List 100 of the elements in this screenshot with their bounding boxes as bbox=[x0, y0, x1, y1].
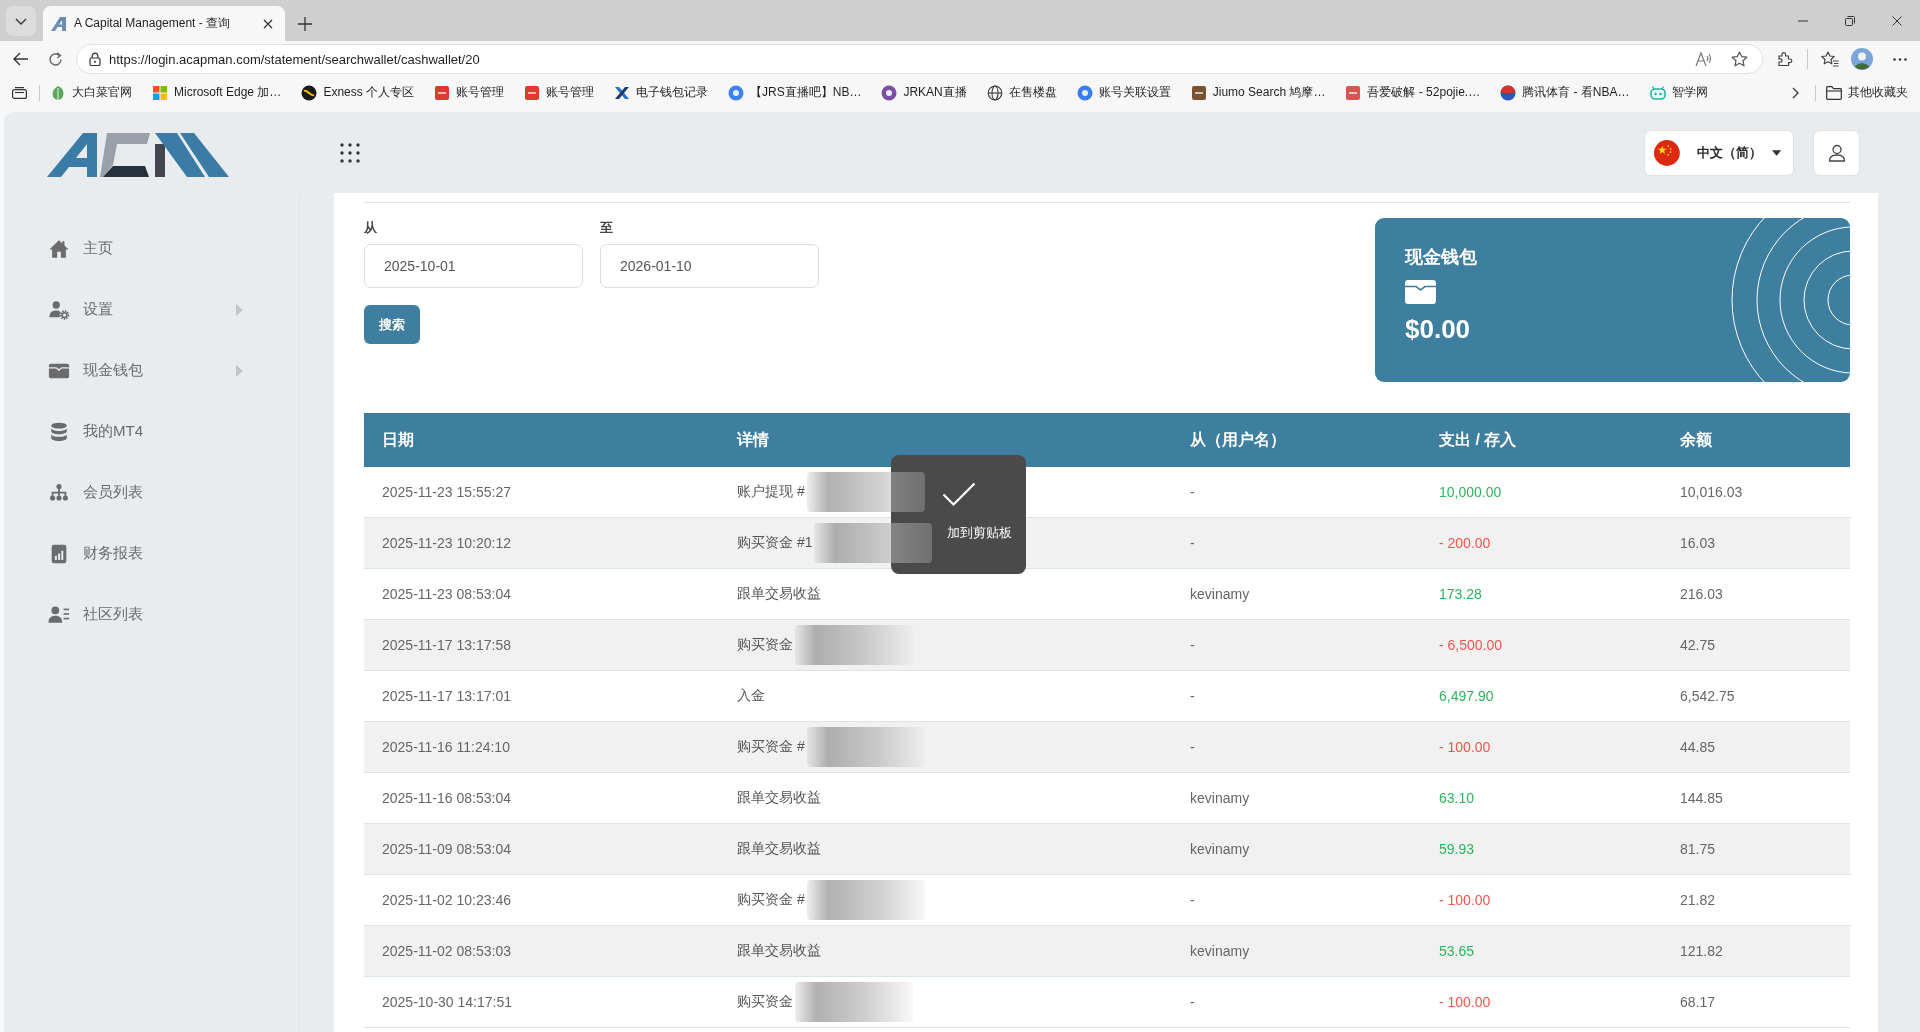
table-cell-text: - bbox=[1189, 535, 1196, 551]
sidebar-item[interactable]: 社区列表 bbox=[4, 584, 299, 645]
bookmark-folder[interactable]: 其他收藏夹 bbox=[1826, 84, 1908, 101]
back-icon[interactable] bbox=[12, 52, 29, 66]
circle-icon bbox=[881, 84, 898, 101]
bookmark[interactable]: Microsoft Edge 加… bbox=[152, 84, 282, 101]
circle-icon bbox=[728, 84, 745, 101]
table-cell-text: kevinamy bbox=[1189, 841, 1251, 857]
read-aloud-icon[interactable] bbox=[1695, 51, 1713, 67]
bookmark[interactable]: Exness 个人专区 bbox=[301, 84, 415, 101]
more-icon[interactable] bbox=[1893, 57, 1907, 61]
lock-icon bbox=[89, 52, 101, 66]
date-field[interactable]: 2025-10-01 bbox=[364, 244, 583, 288]
card-title: 现金钱包 bbox=[1405, 246, 1477, 268]
table-cell: 购买资金 # bbox=[737, 891, 805, 909]
table-cell-text: 21.82 bbox=[1679, 892, 1717, 908]
bookmark[interactable]: 账号关联设置 bbox=[1076, 84, 1171, 101]
table-cell-text: 53.65 bbox=[1438, 943, 1476, 959]
folder-icon bbox=[1826, 85, 1842, 100]
close-icon[interactable] bbox=[1891, 15, 1902, 26]
table-cell-text: - bbox=[1189, 994, 1196, 1010]
user-button[interactable] bbox=[1813, 129, 1860, 176]
bookmark[interactable]: 账号管理 bbox=[524, 84, 595, 101]
favorites-icon[interactable] bbox=[1821, 51, 1839, 67]
bookmark[interactable]: 电子钱包记录 bbox=[614, 84, 709, 101]
star-icon[interactable] bbox=[1731, 51, 1748, 67]
tile-icon bbox=[1345, 84, 1362, 101]
table-cell-text: - 100.00 bbox=[1438, 994, 1492, 1010]
table-cell-text: 2025-11-16 11:24:10 bbox=[381, 739, 511, 755]
table-cell-text: 6,542.75 bbox=[1679, 688, 1736, 704]
bookmark[interactable]: 腾讯体育 - 看NBA… bbox=[1500, 84, 1630, 101]
browser-tab[interactable]: A Capital Management - 查询 bbox=[43, 6, 285, 41]
sidebar-item[interactable]: 我的MT4 bbox=[4, 401, 299, 462]
table-cell-text: 68.17 bbox=[1679, 994, 1717, 1010]
table-cell-text: - bbox=[1189, 739, 1196, 755]
bookmark[interactable]: 账号管理 bbox=[434, 84, 505, 101]
table-cell-text: 216.03 bbox=[1679, 586, 1724, 602]
reload-icon[interactable] bbox=[48, 51, 63, 67]
table-cell: 购买资金 #1 bbox=[737, 534, 813, 552]
robot-icon bbox=[1649, 84, 1666, 101]
tile-icon bbox=[434, 84, 451, 101]
date-field[interactable]: 2026-01-10 bbox=[600, 244, 819, 288]
bookmark[interactable]: 【JRS直播吧】NB… bbox=[728, 84, 862, 101]
sitemap-icon bbox=[48, 481, 70, 504]
circle-icon bbox=[301, 84, 318, 101]
search-button[interactable]: 搜索 bbox=[364, 305, 420, 344]
address-bar[interactable]: https://login.acapman.com/statement/searchwallet/cashwallet/20 bbox=[76, 44, 1763, 74]
bookmark[interactable]: 智学网 bbox=[1649, 84, 1708, 101]
table-cell: 跟单交易收益 bbox=[737, 840, 821, 858]
table-cell-text: 144.85 bbox=[1679, 790, 1724, 806]
table-cell-text: 81.75 bbox=[1679, 841, 1717, 857]
bookmark[interactable]: 在售楼盘 bbox=[986, 84, 1057, 101]
table-cell-text: - 200.00 bbox=[1438, 535, 1492, 551]
table-cell-text: 2025-11-23 15:55:27 bbox=[381, 484, 512, 500]
column-header: 支出 / 存入 bbox=[1438, 429, 1518, 450]
user-icon bbox=[1827, 143, 1846, 162]
ball-icon bbox=[1500, 84, 1517, 101]
table-cell-text: 10,000.00 bbox=[1438, 484, 1503, 500]
balance-amount: $0.00 bbox=[1405, 314, 1471, 344]
table-cell: 跟单交易收益 bbox=[737, 789, 821, 807]
close-icon[interactable] bbox=[263, 18, 273, 29]
table-cell: 跟单交易收益 bbox=[737, 585, 821, 603]
sidebar-item[interactable]: 设置 bbox=[4, 279, 299, 340]
cross-shape-icon bbox=[614, 84, 631, 101]
table-cell: 购买资金 bbox=[737, 636, 793, 654]
avatar-icon[interactable] bbox=[1851, 48, 1873, 70]
table-cell-text: kevinamy bbox=[1189, 586, 1251, 602]
bookmark[interactable]: JRKAN直播 bbox=[881, 84, 967, 101]
chevron-down-icon bbox=[15, 17, 27, 25]
table-cell-text: 59.93 bbox=[1438, 841, 1476, 857]
new-tab-icon[interactable] bbox=[298, 16, 312, 31]
table-cell-text: - 100.00 bbox=[1438, 739, 1492, 755]
tabs-icon[interactable] bbox=[12, 86, 27, 99]
bookmark[interactable]: 大白菜官网 bbox=[50, 84, 132, 101]
table-cell-text: 2025-11-23 10:20:12 bbox=[381, 535, 512, 551]
table-cell-text: 2025-11-02 08:53:03 bbox=[381, 943, 512, 959]
table-cell-text: - 6,500.00 bbox=[1438, 637, 1504, 653]
table-cell: 购买资金 bbox=[737, 993, 793, 1011]
puzzle-icon[interactable] bbox=[1777, 51, 1793, 67]
column-header: 从（用户名） bbox=[1189, 429, 1287, 450]
table-cell-text: 121.82 bbox=[1679, 943, 1724, 959]
table-cell-text: - bbox=[1189, 892, 1196, 908]
sidebar-item[interactable]: 主页 bbox=[4, 218, 299, 279]
chevron-right-icon[interactable] bbox=[1792, 86, 1799, 99]
wallet-icon bbox=[1405, 280, 1436, 304]
sidebar-item[interactable]: 会员列表 bbox=[4, 462, 299, 523]
bookmark[interactable]: Jiumo Search 鸠摩… bbox=[1190, 84, 1326, 101]
sidebar-item[interactable]: 现金钱包 bbox=[4, 340, 299, 401]
database-icon bbox=[48, 420, 70, 443]
table-cell-text: 10,016.03 bbox=[1679, 484, 1744, 500]
language-dropdown[interactable]: 中文（简） bbox=[1644, 129, 1794, 176]
minimize-icon[interactable] bbox=[1797, 19, 1808, 22]
circle-icon bbox=[1076, 84, 1093, 101]
bookmark[interactable]: 吾爱破解 - 52pojie.… bbox=[1345, 84, 1481, 101]
table-cell: 入金 bbox=[737, 687, 765, 705]
tile-icon bbox=[524, 84, 541, 101]
sidebar-item[interactable]: 财务报表 bbox=[4, 523, 299, 584]
logo-icon[interactable] bbox=[47, 132, 229, 178]
apps-grid-icon[interactable] bbox=[340, 142, 360, 163]
restore-icon[interactable] bbox=[1844, 15, 1855, 26]
